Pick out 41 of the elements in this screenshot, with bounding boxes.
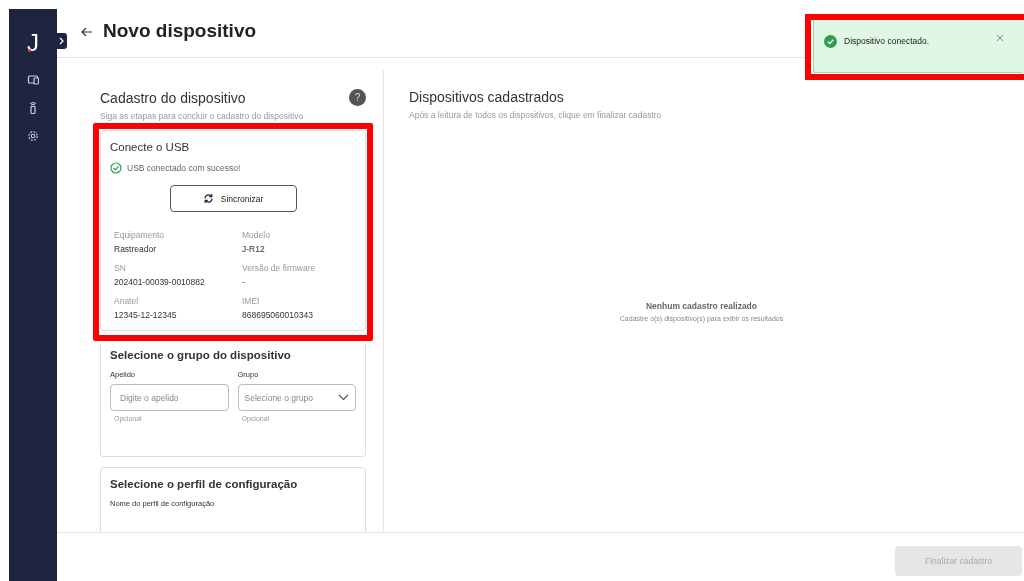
field-value: 868695060010343 [242, 310, 314, 320]
field-value: - [242, 277, 246, 287]
back-arrow-icon[interactable] [81, 27, 93, 37]
section-title: Dispositivos cadastrados [409, 89, 565, 105]
sidebar-item[interactable] [27, 101, 39, 115]
field-label: Modelo [242, 230, 271, 240]
group-dropdown[interactable]: Selecione o grupo [237, 384, 356, 411]
help-button[interactable]: ? [349, 89, 366, 106]
field-value: J-R12 [242, 244, 266, 254]
field-label: Anatel [114, 296, 140, 306]
section-subtitle: Siga as etapas para concluir o cadastro do dispositivo [100, 111, 305, 121]
expand-button[interactable] [57, 33, 67, 49]
field-label: IMEI [242, 296, 261, 306]
empty-state-title: Nenhum cadastro realizado [646, 301, 757, 311]
sidebar-item[interactable] [27, 129, 39, 143]
chevron-right-icon [59, 37, 65, 45]
sync-icon [202, 193, 214, 204]
card-title: Conecte o USB [110, 141, 191, 153]
page-title: Novo dispositivo [103, 20, 257, 42]
check-circle-icon [824, 35, 837, 48]
status-text: USB conectado com sucesso! [127, 163, 241, 173]
close-icon[interactable] [996, 34, 1004, 42]
section-subtitle: Após a leitura de todos os dispositivos, clique em finalizar cadastro [409, 110, 663, 120]
field-label: Equipamento [114, 230, 166, 240]
card-title: Selecione o perfil de configuração [110, 478, 299, 490]
chevron-down-icon [338, 394, 349, 401]
gear-icon [27, 129, 39, 143]
section-title: Cadastro do dispositivo [100, 89, 246, 106]
devices-icon [27, 73, 39, 87]
card-title: Selecione o grupo do dispositivo [110, 349, 292, 361]
field-label: SN [114, 263, 127, 273]
field-value: 202401-00039-0010882 [114, 277, 206, 287]
field-label: Versão de firmware [242, 263, 317, 273]
logo: J [27, 29, 39, 58]
field-value: Rastreador [114, 244, 158, 254]
sync-button[interactable]: Sincronizar [169, 185, 297, 212]
field-value: 12345-12-12345 [114, 310, 178, 320]
tracker-icon [27, 101, 39, 115]
text-field[interactable]: Digite o apelido [110, 384, 229, 411]
toast-message: Dispositivo conectado. [844, 36, 931, 46]
sidebar-item[interactable] [27, 73, 39, 87]
